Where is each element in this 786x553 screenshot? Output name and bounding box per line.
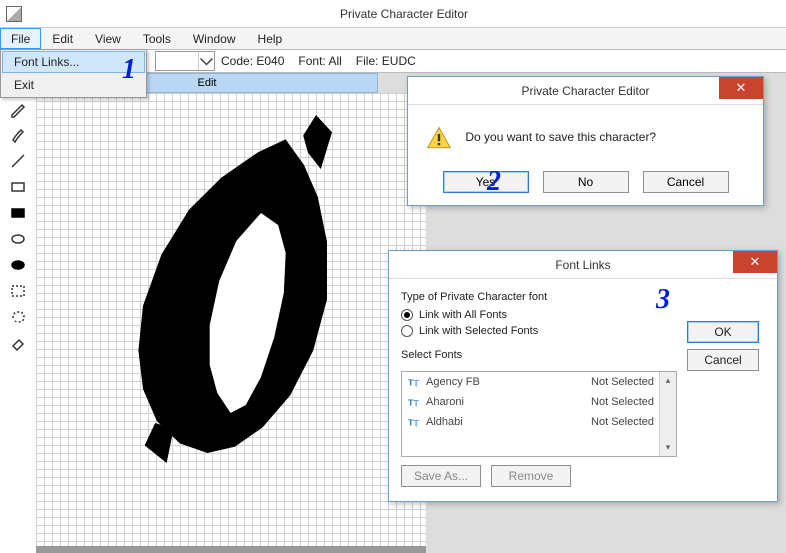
dialog-save: Private Character Editor ✕ Do you want t… xyxy=(407,76,764,206)
scroll-down-icon[interactable]: ▾ xyxy=(660,439,676,456)
font-name: Agency FB xyxy=(426,376,480,388)
radio-icon xyxy=(401,325,413,337)
font-list[interactable]: TTAgency FB Not Selected TTAharoni Not S… xyxy=(401,371,677,457)
tool-ellipse[interactable] xyxy=(8,229,28,249)
menubar: File Edit View Tools Window Help Font Li… xyxy=(0,28,786,50)
chevron-down-icon xyxy=(198,52,214,70)
radio-link-selected-label: Link with Selected Fonts xyxy=(419,325,538,337)
tool-rect[interactable] xyxy=(8,177,28,197)
svg-text:T: T xyxy=(413,417,419,428)
pixel-grid[interactable] xyxy=(36,93,426,546)
tool-select-rect[interactable] xyxy=(8,281,28,301)
glyph-shape xyxy=(120,133,350,453)
annotation-1: 1 xyxy=(122,54,136,86)
no-button[interactable]: No xyxy=(543,171,629,193)
select-fonts-label: Select Fonts xyxy=(401,349,677,361)
window-titlebar: Private Character Editor xyxy=(0,0,786,28)
app-icon xyxy=(6,6,22,22)
yes-button[interactable]: Yes xyxy=(443,171,529,193)
code-value: E040 xyxy=(256,54,284,68)
tool-select-free[interactable] xyxy=(8,307,28,327)
tool-eraser[interactable] xyxy=(8,333,28,353)
type-label: Type of Private Character font xyxy=(401,291,677,303)
font-state: Not Selected xyxy=(591,396,654,408)
font-state: Not Selected xyxy=(591,416,654,428)
font-name: Aharoni xyxy=(426,396,464,408)
window-title: Private Character Editor xyxy=(22,7,786,21)
cancel-button[interactable]: Cancel xyxy=(643,171,729,193)
close-icon[interactable]: ✕ xyxy=(733,251,777,273)
warning-icon xyxy=(426,125,452,151)
scroll-up-icon[interactable]: ▴ xyxy=(660,372,676,389)
font-value: All xyxy=(328,54,341,68)
svg-text:T: T xyxy=(413,397,419,408)
dialog-font-links: Font Links ✕ Type of Private Character f… xyxy=(388,250,778,502)
tool-column xyxy=(0,93,36,553)
dialog-save-title: Private Character Editor ✕ xyxy=(408,77,763,105)
scrollbar[interactable]: ▴ ▾ xyxy=(659,372,676,456)
dialog-font-links-title: Font Links ✕ xyxy=(389,251,777,279)
font-row[interactable]: TT Aldhabi Not Selected xyxy=(402,412,676,432)
menu-help[interactable]: Help xyxy=(247,28,294,49)
close-icon[interactable]: ✕ xyxy=(719,77,763,99)
font-row[interactable]: TT Aharoni Not Selected xyxy=(402,392,676,412)
truetype-icon: TT xyxy=(408,376,422,388)
file-value: EUDC xyxy=(382,54,416,68)
radio-link-selected[interactable]: Link with Selected Fonts xyxy=(401,325,677,337)
truetype-icon: TT xyxy=(408,396,422,408)
menu-view[interactable]: View xyxy=(84,28,132,49)
menu-window[interactable]: Window xyxy=(182,28,247,49)
font-row[interactable]: TT Agency FB Not Selected xyxy=(402,372,676,392)
cancel-button[interactable]: Cancel xyxy=(687,349,759,371)
dialog-save-message: Do you want to save this character? xyxy=(465,130,656,144)
annotation-3: 3 xyxy=(656,284,670,316)
menu-edit[interactable]: Edit xyxy=(41,28,84,49)
tool-rect-fill[interactable] xyxy=(8,203,28,223)
code-label: Code: xyxy=(221,54,253,68)
file-label: File: xyxy=(356,54,379,68)
save-as-button[interactable]: Save As... xyxy=(401,465,481,487)
radio-link-all[interactable]: Link with All Fonts xyxy=(401,309,677,321)
annotation-2: 2 xyxy=(487,166,501,198)
combo-unknown[interactable] xyxy=(155,51,215,71)
font-name: Aldhabi xyxy=(426,416,463,428)
svg-text:T: T xyxy=(413,377,419,388)
radio-icon xyxy=(401,309,413,321)
menu-tools[interactable]: Tools xyxy=(132,28,182,49)
dialog-font-links-title-text: Font Links xyxy=(555,258,610,272)
tool-line[interactable] xyxy=(8,151,28,171)
tool-brush[interactable] xyxy=(8,125,28,145)
font-state: Not Selected xyxy=(591,376,654,388)
menu-file[interactable]: File xyxy=(0,28,41,49)
canvas-wrap xyxy=(36,93,426,553)
tool-pencil[interactable] xyxy=(8,99,28,119)
truetype-icon: TT xyxy=(408,416,422,428)
dialog-save-title-text: Private Character Editor xyxy=(521,84,649,98)
font-label: Font: xyxy=(298,54,325,68)
radio-link-all-label: Link with All Fonts xyxy=(419,309,507,321)
ok-button[interactable]: OK xyxy=(687,321,759,343)
tool-ellipse-fill[interactable] xyxy=(8,255,28,275)
remove-button[interactable]: Remove xyxy=(491,465,571,487)
